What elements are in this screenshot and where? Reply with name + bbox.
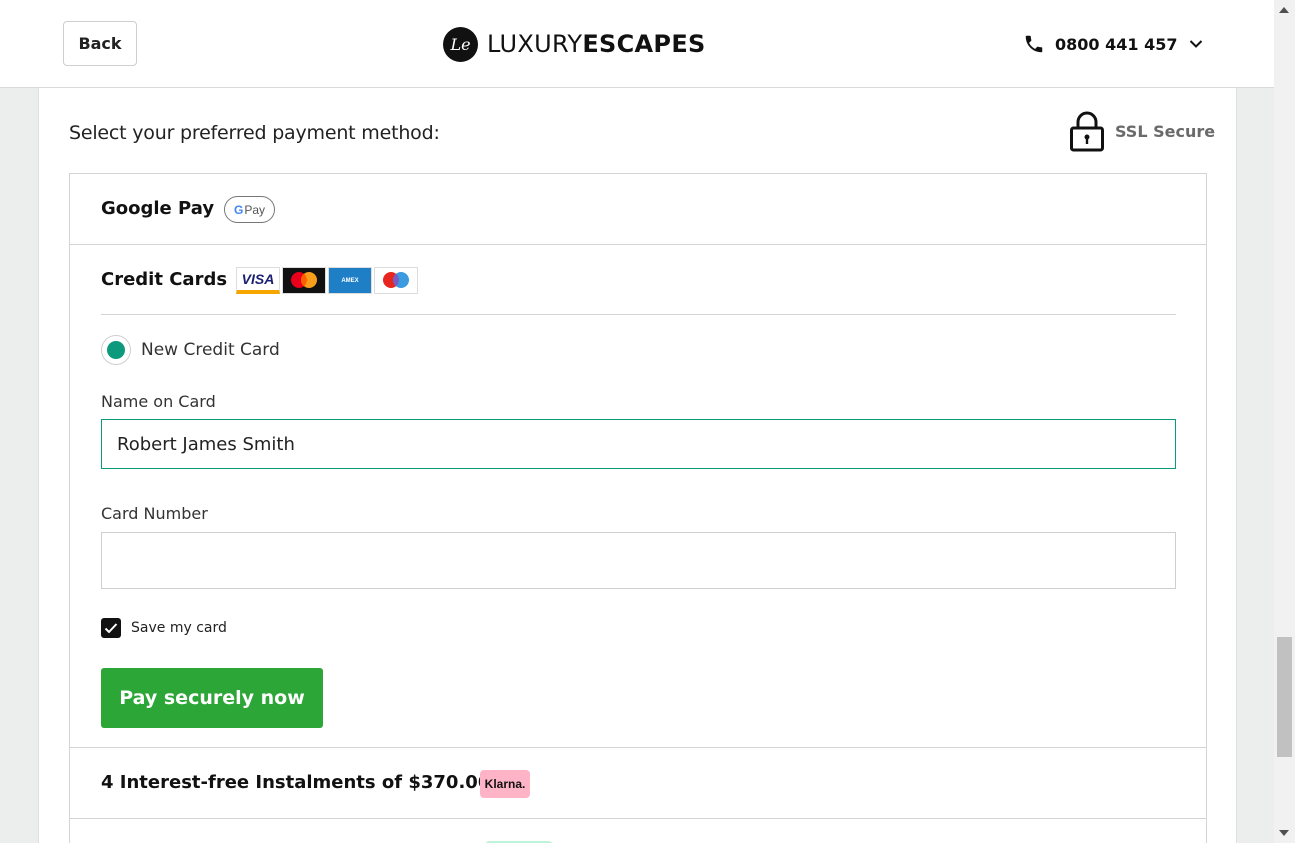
- logo-text-bold: ESCAPES: [582, 30, 706, 58]
- page-scrollbar[interactable]: [1274, 0, 1295, 843]
- scroll-down-icon[interactable]: [1279, 830, 1289, 836]
- name-on-card-label: Name on Card: [101, 392, 216, 411]
- payment-methods-list: Google Pay G Pay Credit Cards VISA AMEX N…: [69, 173, 1207, 843]
- logo-text: LUXURYESCAPES: [487, 30, 706, 58]
- card-number-input[interactable]: [101, 532, 1176, 589]
- klarna-title: 4 Interest-free Instalments of $370.00: [101, 772, 491, 793]
- luxury-escapes-logo[interactable]: Le LUXURYESCAPES: [443, 25, 706, 63]
- logo-mark-icon: Le: [443, 26, 478, 62]
- scroll-up-icon[interactable]: [1279, 7, 1289, 13]
- payment-method-prompt: Select your preferred payment method:: [69, 122, 440, 144]
- save-card-label: Save my card: [131, 620, 227, 636]
- lock-icon: [1070, 111, 1104, 152]
- card-brand-icons: VISA AMEX: [236, 267, 418, 294]
- new-credit-card-radio[interactable]: New Credit Card: [101, 335, 280, 365]
- pay-securely-button[interactable]: Pay securely now: [101, 668, 323, 728]
- google-pay-badge-icon: G Pay: [224, 196, 275, 223]
- back-button[interactable]: Back: [63, 21, 137, 66]
- credit-cards-title: Credit Cards: [101, 269, 228, 290]
- payment-panel: Select your preferred payment method: SS…: [38, 88, 1237, 843]
- ssl-secure-indicator: SSL Secure: [1069, 110, 1215, 152]
- divider: [101, 314, 1176, 315]
- name-on-card-input[interactable]: [101, 419, 1176, 469]
- site-header: Back Le LUXURYESCAPES 0800 441 457: [0, 0, 1274, 88]
- mastercard-icon: [282, 267, 326, 294]
- radio-selected-dot: [107, 341, 125, 359]
- phone-icon: [1025, 35, 1043, 53]
- google-pay-title: Google Pay: [101, 198, 215, 219]
- maestro-icon: [374, 267, 418, 294]
- new-credit-card-label: New Credit Card: [141, 340, 280, 360]
- logo-text-light: LUXURY: [487, 30, 583, 58]
- save-card-checkbox[interactable]: Save my card: [101, 618, 227, 638]
- phone-number: 0800 441 457: [1055, 34, 1178, 54]
- next-payment-option[interactable]: [70, 819, 1206, 843]
- chevron-down-icon: [1190, 40, 1203, 48]
- ssl-label: SSL Secure: [1115, 121, 1216, 141]
- card-number-label: Card Number: [101, 504, 208, 523]
- klarna-option[interactable]: 4 Interest-free Instalments of $370.00 K…: [70, 748, 1206, 819]
- scrollbar-thumb[interactable]: [1277, 637, 1292, 757]
- klarna-badge-icon: Klarna.: [480, 770, 530, 798]
- checkbox-checked-icon[interactable]: [101, 618, 121, 638]
- visa-icon: VISA: [236, 267, 280, 294]
- gpay-pay: Pay: [244, 202, 266, 217]
- radio-button[interactable]: [101, 335, 131, 365]
- credit-card-option: Credit Cards VISA AMEX New Credit Card N…: [70, 245, 1206, 748]
- phone-dropdown[interactable]: 0800 441 457: [1023, 31, 1203, 57]
- google-pay-option[interactable]: Google Pay G Pay: [70, 174, 1206, 245]
- gpay-g: G: [233, 202, 244, 217]
- amex-icon: AMEX: [328, 267, 372, 294]
